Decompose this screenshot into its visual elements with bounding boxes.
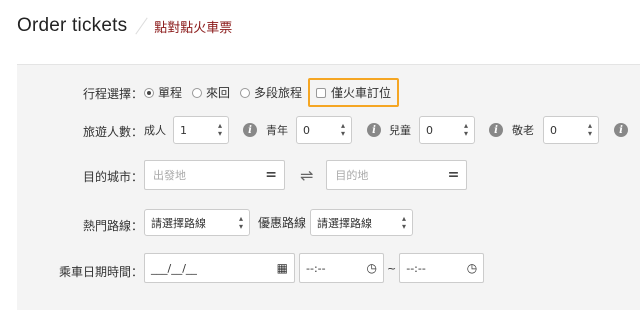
child-info-icon[interactable]: i bbox=[489, 123, 503, 137]
discount-routes-label: 優惠路線 bbox=[258, 216, 307, 230]
select-arrows-icon: ▴ ▾ bbox=[587, 121, 592, 138]
child-select[interactable]: 0 ▴ ▾ bbox=[419, 116, 475, 144]
trip-option-roundtrip[interactable]: 來回 bbox=[192, 84, 230, 101]
page-title: Order tickets bbox=[17, 15, 128, 36]
booking-form-panel: 行程選擇： 單程 來回 多段旅程 僅火車訂位 旅遊人數： 成人 1 ▴ ▾ i 青… bbox=[17, 64, 640, 310]
trip-option-multi[interactable]: 多段旅程 bbox=[240, 84, 302, 101]
equals-icon: = bbox=[447, 167, 460, 183]
trip-type-label: 行程選擇： bbox=[82, 87, 143, 101]
senior-select[interactable]: 0 ▴ ▾ bbox=[543, 116, 599, 144]
destination-group: 出發地 = ⇌ 目的地 = bbox=[144, 160, 468, 190]
child-label: 兒童 bbox=[389, 124, 411, 137]
destination-input[interactable]: 目的地 = bbox=[326, 160, 468, 190]
radio-multi[interactable] bbox=[240, 87, 251, 98]
title-divider bbox=[135, 17, 148, 35]
clock-icon[interactable]: ◷ bbox=[467, 261, 477, 275]
destination-label: 目的城市： bbox=[82, 170, 143, 184]
calendar-icon[interactable]: ▦ bbox=[277, 261, 288, 275]
youth-select[interactable]: 0 ▴ ▾ bbox=[296, 116, 352, 144]
time-to-input[interactable]: --:-- ◷ bbox=[399, 253, 485, 283]
adult-info-icon[interactable]: i bbox=[243, 123, 257, 137]
select-arrows-icon: ▴ ▾ bbox=[217, 121, 222, 138]
select-arrows-icon: ▴ ▾ bbox=[238, 213, 243, 231]
senior-info-icon[interactable]: i bbox=[614, 123, 628, 137]
trip-type-group: 單程 來回 多段旅程 僅火車訂位 bbox=[144, 78, 400, 107]
date-input[interactable]: ___/__/__ ▦ bbox=[144, 253, 295, 283]
datetime-label: 乘車日期時間： bbox=[58, 265, 143, 279]
time-from-input[interactable]: --:-- ◷ bbox=[299, 253, 384, 283]
clock-icon[interactable]: ◷ bbox=[367, 261, 377, 275]
adult-select[interactable]: 1 ▴ ▾ bbox=[173, 116, 229, 144]
select-arrows-icon: ▴ ▾ bbox=[402, 213, 407, 231]
discount-route-select[interactable]: 請選擇路線 ▴ ▾ bbox=[310, 209, 414, 236]
time-separator: ~ bbox=[387, 261, 397, 275]
swap-icon[interactable]: ⇌ bbox=[300, 166, 313, 185]
youth-label: 青年 bbox=[266, 124, 288, 137]
trip-option-oneway[interactable]: 單程 bbox=[144, 84, 182, 101]
passengers-group: 成人 1 ▴ ▾ i 青年 0 ▴ ▾ i 兒童 0 ▴ ▾ i 敬老 0 ▴ ▾ i bbox=[144, 116, 628, 144]
datetime-group: ___/__/__ ▦ --:-- ◷ ~ --:-- ◷ bbox=[144, 253, 485, 283]
origin-input[interactable]: 出發地 = bbox=[144, 160, 285, 190]
adult-label: 成人 bbox=[144, 124, 166, 137]
page-subtitle: 點對點火車票 bbox=[154, 20, 233, 36]
page-header: Order tickets 點對點火車票 bbox=[17, 12, 232, 40]
passengers-label: 旅遊人數： bbox=[82, 125, 143, 139]
train-only-highlight[interactable]: 僅火車訂位 bbox=[308, 78, 400, 107]
senior-label: 敬老 bbox=[512, 124, 534, 137]
youth-info-icon[interactable]: i bbox=[367, 123, 381, 137]
radio-roundtrip[interactable] bbox=[192, 87, 203, 98]
select-arrows-icon: ▴ ▾ bbox=[463, 121, 468, 138]
popular-route-select[interactable]: 請選擇路線 ▴ ▾ bbox=[144, 209, 250, 236]
train-only-label: 僅火車訂位 bbox=[331, 86, 392, 100]
select-arrows-icon: ▴ ▾ bbox=[340, 121, 345, 138]
popular-routes-label: 熱門路線： bbox=[82, 219, 143, 233]
routes-group: 請選擇路線 ▴ ▾ 優惠路線 請選擇路線 ▴ ▾ bbox=[144, 209, 414, 236]
equals-icon: = bbox=[265, 167, 277, 183]
radio-oneway[interactable] bbox=[144, 87, 154, 98]
train-only-checkbox[interactable] bbox=[316, 87, 327, 98]
